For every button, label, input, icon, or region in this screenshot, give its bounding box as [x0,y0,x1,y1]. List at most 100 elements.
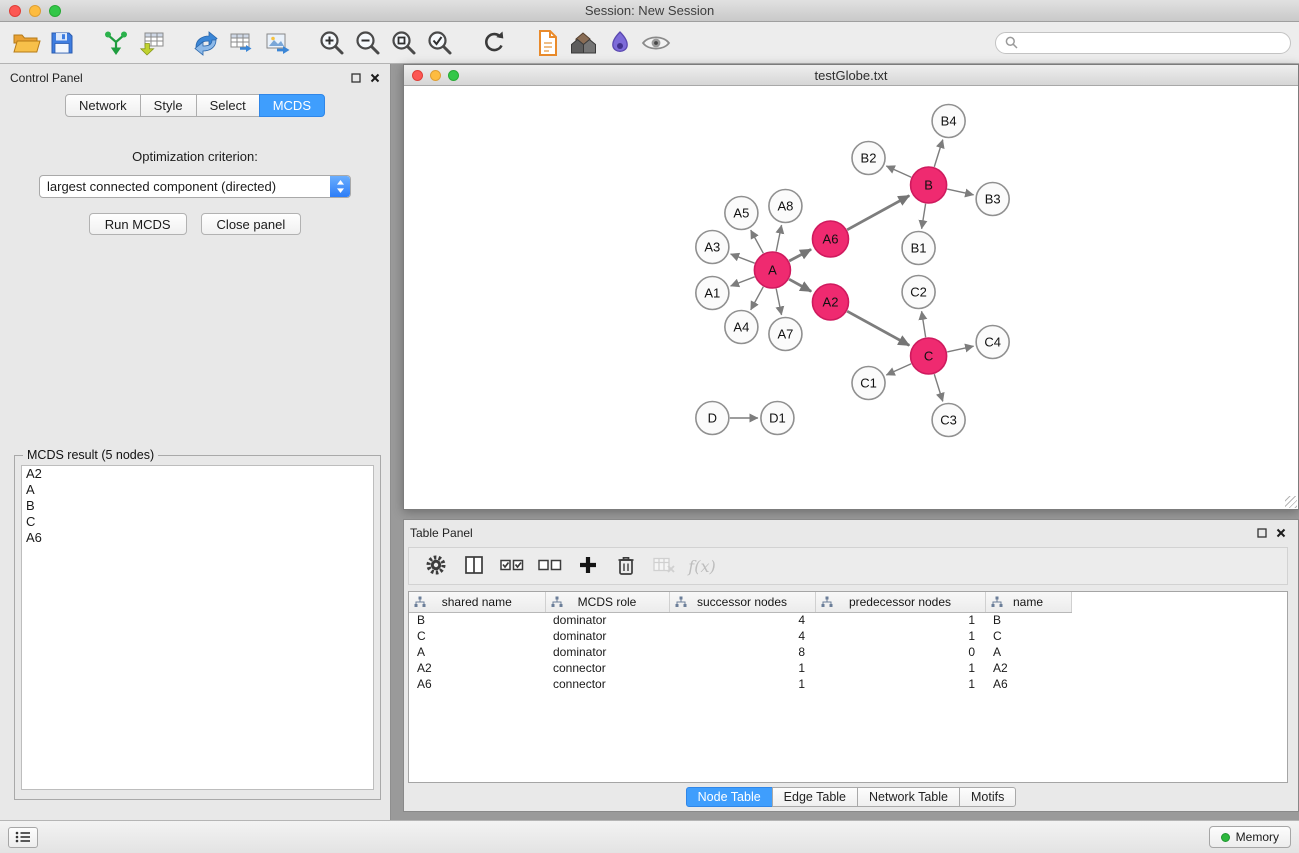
search-box[interactable] [995,32,1291,54]
home-button[interactable] [566,26,602,60]
zoom-window-button[interactable] [49,5,61,17]
graph-node-A2[interactable]: A2 [812,284,848,320]
table-row[interactable]: Adominator80A [409,644,1287,660]
graph-node-C2[interactable]: C2 [902,276,935,309]
export-image-button[interactable] [260,26,296,60]
graph-node-A3[interactable]: A3 [696,231,729,264]
network-graph[interactable]: B4B2BB3A8A5A6B1A3AC2A1A2A4A7C4CC1C3DD1 [404,86,1298,509]
graph-edge-A6-B[interactable] [847,196,909,230]
network-canvas[interactable]: B4B2BB3A8A5A6B1A3AC2A1A2A4A7C4CC1C3DD1 [404,86,1298,509]
titlebar[interactable]: Session: New Session [0,0,1299,22]
mcds-result-item[interactable]: A2 [22,466,373,482]
export-table-button[interactable] [224,26,260,60]
import-table-button[interactable] [134,26,170,60]
tab-mcds[interactable]: MCDS [259,94,325,117]
graph-node-D[interactable]: D [696,402,729,435]
zoom-fit-button[interactable] [386,26,422,60]
mcds-result-list[interactable]: A2ABCA6 [21,465,374,790]
tab-select[interactable]: Select [196,94,260,117]
graph-edge-B-B3[interactable] [947,189,973,195]
open-folder-button[interactable] [8,26,44,60]
close-window-button[interactable] [9,5,21,17]
save-floppy-button[interactable] [44,26,80,60]
graph-node-B4[interactable]: B4 [932,105,965,138]
network-close-button[interactable] [412,70,423,81]
graph-edge-A-A6[interactable] [789,249,811,261]
mcds-result-item[interactable]: A [22,482,373,498]
graph-edge-C-C2[interactable] [922,311,926,337]
network-minimize-button[interactable] [430,70,441,81]
graph-edge-B-B4[interactable] [934,140,943,167]
mcds-result-item[interactable]: B [22,498,373,514]
mcds-result-item[interactable]: A6 [22,530,373,546]
graph-node-A7[interactable]: A7 [769,318,802,351]
table-row[interactable]: A2connector11A2 [409,660,1287,676]
column-header-predecessor-nodes[interactable]: predecessor nodes [815,592,985,612]
tab-motifs[interactable]: Motifs [959,787,1016,807]
tab-style[interactable]: Style [140,94,197,117]
minimize-window-button[interactable] [29,5,41,17]
trash-button[interactable] [609,550,643,582]
graph-edge-A-A1[interactable] [731,277,755,286]
run-mcds-button[interactable]: Run MCDS [89,213,187,235]
graph-edge-A-A8[interactable] [776,225,781,251]
graph-edge-A-A5[interactable] [751,230,764,253]
graph-node-B1[interactable]: B1 [902,232,935,265]
export-network-button[interactable] [188,26,224,60]
graph-node-B[interactable]: B [911,167,947,203]
memory-button[interactable]: Memory [1209,826,1291,848]
table-row[interactable]: A6connector11A6 [409,676,1287,692]
graph-node-A1[interactable]: A1 [696,277,729,310]
zoom-in-button[interactable] [314,26,350,60]
graph-node-A4[interactable]: A4 [725,311,758,344]
graph-node-C1[interactable]: C1 [852,367,885,400]
graph-edge-A-A3[interactable] [731,254,755,263]
tab-network[interactable]: Network [65,94,141,117]
graph-node-A5[interactable]: A5 [725,197,758,230]
refresh-layout-button[interactable] [476,26,512,60]
graph-edge-A-A7[interactable] [776,289,781,315]
resize-grip[interactable] [1285,496,1297,508]
graph-edge-A-A2[interactable] [789,279,811,291]
graph-edge-A2-C[interactable] [847,311,909,345]
graph-node-C4[interactable]: C4 [976,326,1009,359]
criterion-select[interactable]: largest connected component (directed) [39,175,351,198]
mcds-result-item[interactable]: C [22,514,373,530]
close-panel-button[interactable]: Close panel [201,213,302,235]
network-window-titlebar[interactable]: testGlobe.txt [404,65,1298,86]
tab-node-table[interactable]: Node Table [686,787,773,807]
zoom-selected-button[interactable] [422,26,458,60]
eye-button[interactable] [638,26,674,60]
search-input[interactable] [1023,36,1281,50]
graph-edge-C-C3[interactable] [934,374,943,401]
tab-edge-table[interactable]: Edge Table [772,787,858,807]
tab-network-table[interactable]: Network Table [857,787,960,807]
graph-node-B2[interactable]: B2 [852,142,885,175]
graph-edge-B-B2[interactable] [886,166,911,177]
gear-button[interactable] [419,550,453,582]
graph-edge-C-C4[interactable] [947,346,973,352]
close-table-panel-icon[interactable] [1276,528,1286,538]
graph-node-B3[interactable]: B3 [976,183,1009,216]
zoom-out-button[interactable] [350,26,386,60]
network-zoom-button[interactable] [448,70,459,81]
graph-edge-B-B1[interactable] [922,204,926,229]
graph-node-A[interactable]: A [754,252,790,288]
float-table-panel-icon[interactable] [1257,528,1267,538]
import-network-button[interactable] [98,26,134,60]
column-header-MCDS-role[interactable]: MCDS role [545,592,669,612]
graph-edge-A-A4[interactable] [751,287,764,310]
graph-node-A6[interactable]: A6 [812,221,848,257]
table-row[interactable]: Bdominator41B [409,612,1287,628]
column-header-name[interactable]: name [985,592,1071,612]
close-panel-icon[interactable] [370,73,380,83]
plus-button[interactable] [571,550,605,582]
style-pen-button[interactable] [602,26,638,60]
split-columns-button[interactable] [457,550,491,582]
float-panel-icon[interactable] [351,73,361,83]
graph-node-C[interactable]: C [911,338,947,374]
graph-node-D1[interactable]: D1 [761,402,794,435]
graph-node-A8[interactable]: A8 [769,190,802,223]
graph-edge-C-C1[interactable] [886,364,911,375]
clipboard-document-button[interactable] [530,26,566,60]
